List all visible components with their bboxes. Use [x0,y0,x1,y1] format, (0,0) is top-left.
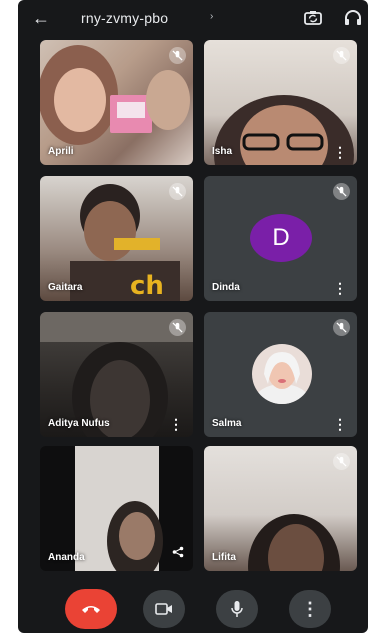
mic-off-icon [169,183,186,200]
mic-off-icon [333,183,350,200]
mic-toggle-button[interactable] [216,590,258,628]
mic-off-icon [333,453,350,470]
participant-tile[interactable]: Aprili [40,40,193,165]
mic-off-icon [169,47,186,64]
participant-tile[interactable]: D Dinda ⋮ [204,176,357,301]
more-vertical-icon[interactable]: ⋮ [169,417,183,431]
mic-off-icon [169,319,186,336]
participant-tile[interactable]: Salma ⋮ [204,312,357,437]
participant-name: Lifita [212,552,236,563]
participant-tile[interactable]: ch Gaitara [40,176,193,301]
more-vertical-icon[interactable]: ⋮ [333,417,347,431]
more-vertical-icon[interactable]: ⋮ [333,281,347,295]
meet-screen: ← rny-zvmy-pbo › Aprili Isha ⋮ ch Gaitar… [18,0,368,633]
controls-bar: ⋮ [18,582,368,633]
mic-off-icon [333,319,350,336]
participant-name: Aditya Nufus [48,418,110,429]
meeting-code[interactable]: rny-zvmy-pbo [81,10,168,26]
end-call-button[interactable] [65,589,117,629]
headphones-icon[interactable] [343,8,363,28]
microphone-icon [231,601,243,617]
arrow-left-icon[interactable]: ← [32,8,50,29]
video-camera-icon [155,603,172,615]
participant-name: Aprili [48,146,74,157]
participant-name: Gaitara [48,282,83,293]
participant-name: Isha [212,146,233,157]
participant-tile[interactable]: Isha ⋮ [204,40,357,165]
mic-off-icon [333,47,350,64]
switch-camera-icon[interactable] [303,8,323,28]
more-vertical-icon[interactable]: ⋮ [333,145,347,159]
top-bar: ← rny-zvmy-pbo › [18,0,368,38]
chevron-right-icon[interactable]: › [210,11,213,22]
camera-toggle-button[interactable] [143,590,185,628]
svg-text:ch: ch [130,271,164,301]
more-options-button[interactable]: ⋮ [289,590,331,628]
participant-tile[interactable]: Ananda [40,446,193,571]
more-vertical-icon: ⋮ [301,598,319,619]
share-icon[interactable] [172,545,184,563]
participant-tile[interactable]: Lifita [204,446,357,571]
participant-name: Ananda [48,552,85,563]
participant-tile[interactable]: Aditya Nufus ⋮ [40,312,193,437]
participant-name: Dinda [212,282,240,293]
avatar-letter: D [272,224,290,251]
avatar: D [250,214,312,262]
participant-name: Salma [212,418,242,429]
avatar [252,344,312,404]
phone-hangup-icon [82,606,100,613]
